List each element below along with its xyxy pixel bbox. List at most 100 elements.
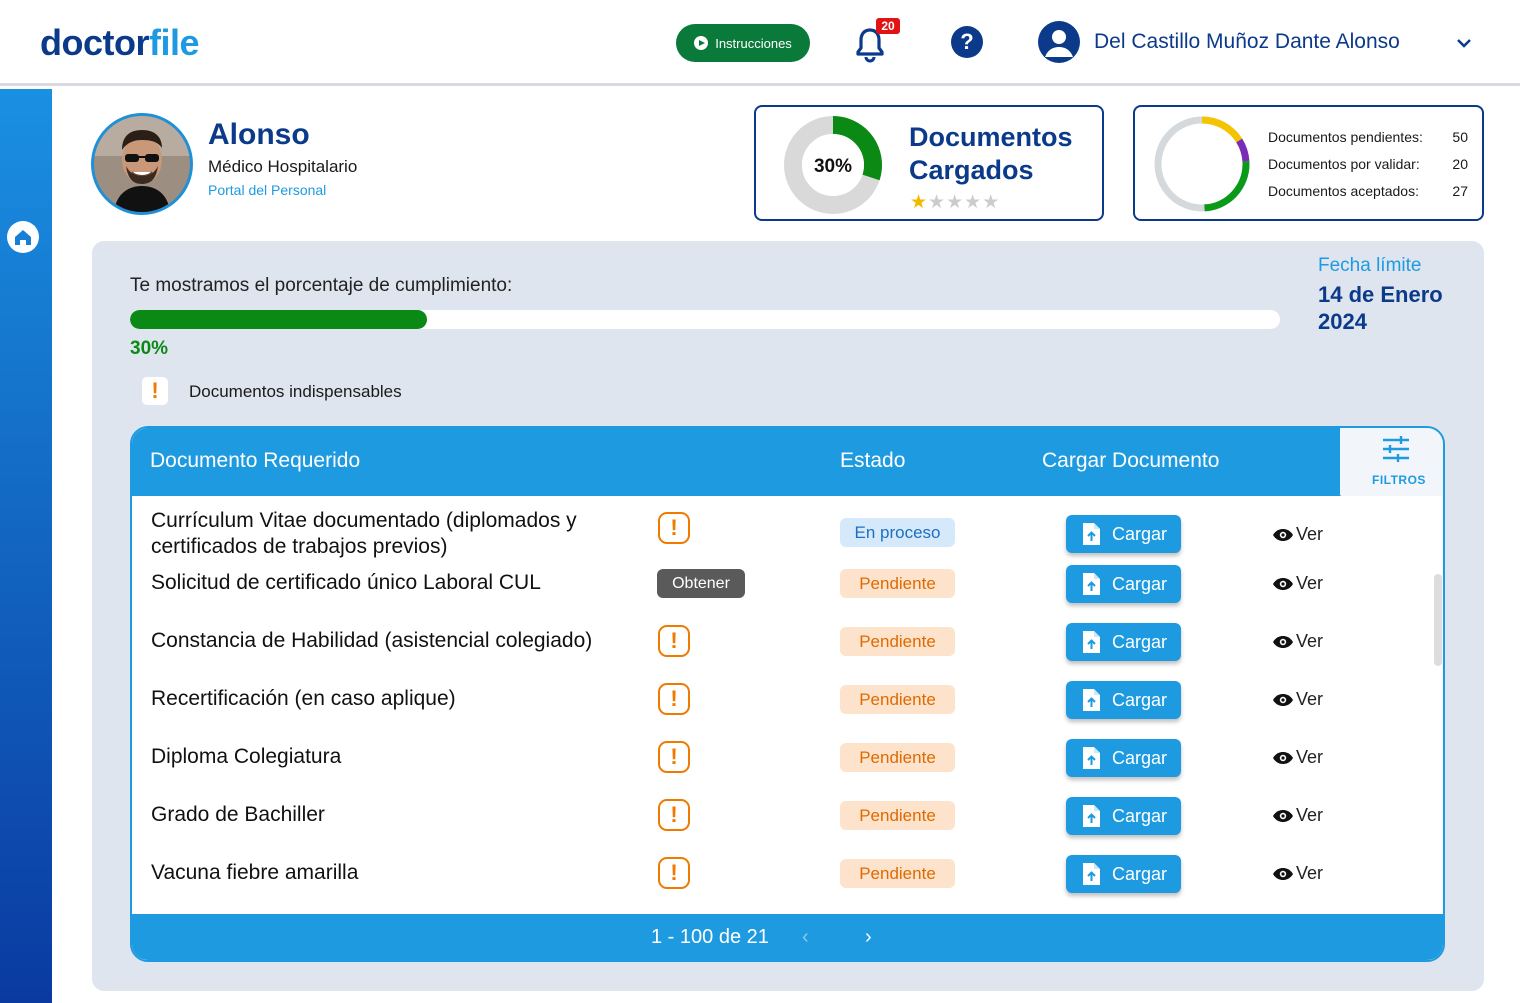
profile-name: Alonso bbox=[208, 118, 310, 151]
next-page-button[interactable]: › bbox=[865, 926, 872, 949]
compliance-percent: 30% bbox=[130, 338, 169, 359]
warning-icon: ! bbox=[658, 625, 690, 657]
warning-icon: ! bbox=[658, 857, 690, 889]
sidebar bbox=[0, 89, 52, 1003]
star-filled-icon: ★ bbox=[910, 192, 929, 213]
document-name: Diploma Colegiatura bbox=[151, 745, 342, 768]
column-status: Estado bbox=[840, 449, 906, 472]
obtain-button[interactable]: Obtener bbox=[657, 569, 745, 598]
eye-icon bbox=[1273, 867, 1293, 880]
rating-stars: ★★★★★ bbox=[910, 191, 1000, 214]
filters-icon bbox=[1383, 436, 1409, 462]
upload-file-icon bbox=[1082, 747, 1100, 769]
upload-button[interactable]: Cargar bbox=[1066, 623, 1181, 661]
warning-icon: ! bbox=[658, 683, 690, 715]
upload-button[interactable]: Cargar bbox=[1066, 855, 1181, 893]
star-empty-icon: ★ bbox=[946, 192, 965, 213]
view-link[interactable]: Ver bbox=[1272, 747, 1323, 768]
user-name[interactable]: Del Castillo Muñoz Dante Alonso bbox=[1094, 30, 1400, 54]
status-badge: Pendiente bbox=[840, 685, 955, 714]
star-empty-icon: ★ bbox=[928, 192, 947, 213]
eye-icon bbox=[1273, 635, 1293, 648]
logo[interactable]: doctorfile bbox=[40, 22, 200, 64]
documents-loaded-card: 30% Documentos Cargados ★★★★★ bbox=[754, 105, 1104, 221]
portal-link[interactable]: Portal del Personal bbox=[208, 182, 326, 198]
status-badge: Pendiente bbox=[840, 743, 955, 772]
view-link[interactable]: Ver bbox=[1272, 524, 1323, 545]
table-row: Diploma Colegiatura! Pendiente Cargar Ver bbox=[132, 728, 1443, 786]
chevron-down-icon[interactable] bbox=[1455, 34, 1473, 52]
stat-pending: Documentos pendientes: 50 bbox=[1268, 129, 1468, 145]
document-name: Solicitud de certificado único Laboral C… bbox=[151, 571, 541, 594]
upload-button[interactable]: Cargar bbox=[1066, 739, 1181, 777]
table-row: Constancia de Habilidad (asistencial col… bbox=[132, 612, 1443, 670]
table-row: Recertificación (en caso aplique)! Pendie… bbox=[132, 670, 1443, 728]
view-link[interactable]: Ver bbox=[1272, 689, 1323, 710]
compliance-progress-bar bbox=[130, 310, 1280, 329]
eye-icon bbox=[1273, 693, 1293, 706]
pagination-text: 1 - 100 de 21 bbox=[651, 926, 769, 948]
stat-to-validate: Documentos por validar: 20 bbox=[1268, 156, 1468, 172]
table-row: Vacuna fiebre amarilla! Pendiente Cargar Ve… bbox=[132, 844, 1443, 902]
upload-file-icon bbox=[1082, 689, 1100, 711]
status-badge: Pendiente bbox=[840, 569, 955, 598]
play-icon bbox=[694, 36, 709, 50]
star-empty-icon: ★ bbox=[982, 192, 1001, 213]
legend-text: Documentos indispensables bbox=[189, 382, 402, 401]
upload-button[interactable]: Cargar bbox=[1066, 681, 1181, 719]
upload-button[interactable]: Cargar bbox=[1066, 797, 1181, 835]
profile-role: Médico Hospitalario bbox=[208, 157, 358, 176]
document-name: Recertificación (en caso aplique) bbox=[151, 687, 456, 710]
user-avatar-icon[interactable] bbox=[1038, 21, 1080, 63]
top-bar: doctorfile Instrucciones 20 ? Del Castil… bbox=[0, 0, 1520, 86]
documents-loaded-title: Documentos Cargados bbox=[909, 122, 1073, 185]
view-link[interactable]: Ver bbox=[1272, 805, 1323, 826]
table-row: Solicitud de certificado único Laboral C… bbox=[132, 554, 1443, 612]
warning-icon: ! bbox=[142, 377, 168, 405]
document-name: Constancia de Habilidad (asistencial col… bbox=[151, 629, 593, 652]
home-icon[interactable] bbox=[6, 220, 40, 254]
upload-file-icon bbox=[1082, 863, 1100, 885]
filters-button[interactable]: FILTROS bbox=[1340, 428, 1443, 496]
eye-icon bbox=[1273, 577, 1293, 590]
donut-percent-label: 30% bbox=[814, 156, 852, 177]
column-document: Documento Requerido bbox=[150, 449, 361, 472]
upload-file-icon bbox=[1082, 523, 1100, 545]
stat-accepted: Documentos aceptados: 27 bbox=[1268, 183, 1468, 199]
view-link[interactable]: Ver bbox=[1272, 863, 1323, 884]
status-badge: Pendiente bbox=[840, 627, 955, 656]
instructions-label: Instrucciones bbox=[715, 35, 792, 51]
view-link[interactable]: Ver bbox=[1272, 573, 1323, 594]
upload-button[interactable]: Cargar bbox=[1066, 565, 1181, 603]
star-empty-icon: ★ bbox=[964, 192, 983, 213]
table-header: Documento Requerido Estado Cargar Docume… bbox=[132, 428, 1443, 496]
document-name: Grado de Bachiller bbox=[151, 803, 325, 826]
progress-donut: 30% bbox=[784, 116, 882, 214]
document-name: Currículum Vitae documentado (diplomados… bbox=[151, 509, 577, 558]
status-badge: Pendiente bbox=[840, 801, 955, 830]
prev-page-button[interactable]: ‹ bbox=[802, 926, 809, 949]
table-footer: 1 - 100 de 21 ‹ › bbox=[132, 914, 1443, 960]
document-name: Vacuna fiebre amarilla bbox=[151, 861, 359, 884]
deadline-date: 14 de Enero 2024 bbox=[1318, 282, 1443, 334]
table-scrollbar[interactable] bbox=[1434, 574, 1442, 666]
documents-stats-card: Documentos pendientes: 50 Documentos por … bbox=[1133, 105, 1484, 221]
instructions-button[interactable]: Instrucciones bbox=[676, 24, 810, 62]
view-link[interactable]: Ver bbox=[1272, 631, 1323, 652]
table-row: Currículum Vitae documentado (diplomados… bbox=[132, 496, 1443, 558]
warning-icon: ! bbox=[658, 741, 690, 773]
warning-icon: ! bbox=[658, 799, 690, 831]
compliance-label: Te mostramos el porcentaje de cumplimien… bbox=[130, 275, 513, 296]
stats-list: Documentos pendientes: 50 Documentos por … bbox=[1268, 129, 1468, 210]
stats-donut bbox=[1154, 116, 1250, 212]
upload-file-icon bbox=[1082, 573, 1100, 595]
help-icon[interactable]: ? bbox=[951, 26, 983, 58]
deadline-label: Fecha límite bbox=[1318, 255, 1422, 276]
upload-button[interactable]: Cargar bbox=[1066, 515, 1181, 553]
status-badge: En proceso bbox=[840, 518, 955, 547]
upload-file-icon bbox=[1082, 805, 1100, 827]
table-row: Grado de Bachiller! Pendiente Cargar Ver bbox=[132, 786, 1443, 844]
status-badge: Pendiente bbox=[840, 859, 955, 888]
warning-icon: ! bbox=[658, 512, 690, 544]
notification-badge: 20 bbox=[876, 18, 900, 34]
